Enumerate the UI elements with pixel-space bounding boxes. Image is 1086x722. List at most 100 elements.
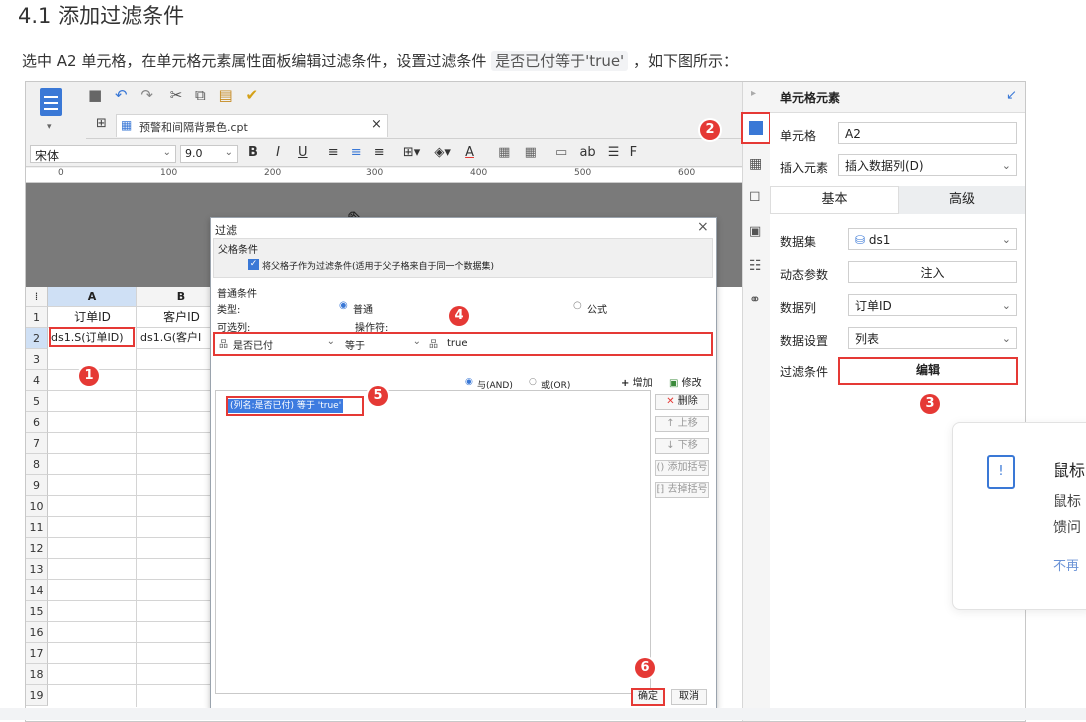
tab-basic[interactable]: 基本 bbox=[770, 186, 899, 214]
modify-condition-button[interactable]: ▣ 修改 bbox=[669, 374, 702, 389]
template-icon[interactable] bbox=[40, 88, 62, 116]
bracket-icon: ⁅⁆ bbox=[656, 484, 665, 495]
inject-button[interactable]: 注入 bbox=[848, 261, 1017, 283]
column-header-a[interactable]: A bbox=[48, 287, 137, 307]
paste-icon[interactable]: ▤ bbox=[219, 86, 233, 104]
row-header[interactable]: 1 bbox=[26, 307, 48, 328]
value-input[interactable]: true bbox=[447, 338, 468, 349]
side-icon-strip: ▸ ▦ ◻ ▣ ☷ ⚭ bbox=[741, 82, 771, 721]
font-family-select[interactable]: 宋体 ⌄ bbox=[30, 145, 176, 163]
tip-popup: ! 鼠标 鼠标 馈问 不再 bbox=[952, 422, 1086, 610]
bracket-icon: () bbox=[656, 462, 665, 473]
row-header[interactable]: 16 bbox=[26, 622, 48, 643]
cut-icon[interactable]: ✂ bbox=[170, 86, 183, 104]
close-tab-icon[interactable]: × bbox=[371, 117, 382, 132]
save-icon[interactable]: ■ bbox=[88, 86, 102, 104]
fill-color-icon[interactable]: ◈▾ bbox=[434, 145, 451, 160]
row-header[interactable]: 2 bbox=[26, 328, 48, 349]
collapse-icon[interactable]: ↙ bbox=[1006, 88, 1017, 103]
insert-element-select[interactable]: 插入数据列(D) ⌄ bbox=[838, 154, 1017, 176]
chevron-down-icon[interactable]: ▾ bbox=[47, 122, 52, 132]
caret-right-icon[interactable]: ▸ bbox=[751, 88, 756, 99]
dialog-close-icon[interactable]: × bbox=[697, 219, 709, 235]
filter-edit-button[interactable]: 编辑 bbox=[838, 357, 1018, 385]
font-size-select[interactable]: 9.0 ⌄ bbox=[180, 145, 238, 163]
intro-text: 选中 A2 单元格，在单元格元素属性面板编辑过滤条件，设置过滤条件 是否已付等于… bbox=[22, 50, 738, 71]
value-type-icon[interactable]: 品 bbox=[429, 337, 438, 350]
intro-code: 是否已付等于'true' bbox=[491, 51, 629, 71]
condition-list[interactable]: (列名:是否已付) 等于 'true' bbox=[215, 390, 651, 694]
bold-icon[interactable]: B bbox=[248, 145, 258, 160]
underline-icon[interactable]: U bbox=[298, 145, 308, 160]
data-setting-select[interactable]: 列表 ⌄ bbox=[848, 327, 1017, 349]
move-down-button[interactable]: ↓ 下移 bbox=[655, 438, 709, 454]
file-tab[interactable]: ▦ 预警和间隔背景色.cpt × bbox=[116, 114, 388, 137]
row-header[interactable]: 6 bbox=[26, 412, 48, 433]
undo-icon[interactable]: ↶ bbox=[115, 86, 128, 104]
cell-attr-icon[interactable]: ▦ bbox=[749, 156, 762, 172]
border-frame-icon[interactable]: ◻ bbox=[749, 188, 761, 204]
row-header[interactable]: 13 bbox=[26, 559, 48, 580]
ok-button[interactable]: 确定 bbox=[631, 688, 665, 706]
tab-advanced[interactable]: 高级 bbox=[899, 186, 1025, 214]
row-header[interactable]: 14 bbox=[26, 580, 48, 601]
widget-icon[interactable]: ▭ bbox=[555, 145, 567, 160]
intro-before: 选中 A2 单元格，在单元格元素属性面板编辑过滤条件，设置过滤条件 bbox=[22, 52, 487, 70]
text-icon[interactable]: ab bbox=[579, 145, 595, 160]
redo-icon[interactable]: ↷ bbox=[140, 86, 153, 104]
merge-cells-icon[interactable]: ▦ bbox=[498, 145, 510, 160]
add-condition-button[interactable]: + 增加 bbox=[621, 374, 653, 389]
row-header[interactable]: 8 bbox=[26, 454, 48, 475]
row-header[interactable]: 11 bbox=[26, 517, 48, 538]
align-left-icon[interactable]: ≡ bbox=[328, 145, 339, 160]
move-up-button[interactable]: ↑ 上移 bbox=[655, 416, 709, 432]
add-bracket-button[interactable]: () 添加括号 bbox=[655, 460, 709, 476]
column-select[interactable]: 品 是否已付 ⌄ bbox=[217, 336, 337, 352]
cell-a1[interactable]: 订单ID bbox=[48, 307, 137, 328]
row-header[interactable]: 17 bbox=[26, 643, 48, 664]
delete-button[interactable]: ✕ 删除 bbox=[655, 394, 709, 410]
remove-bracket-button[interactable]: ⁅⁆ 去掉括号 bbox=[655, 482, 709, 498]
row-header[interactable]: 5 bbox=[26, 391, 48, 412]
align-right-icon[interactable]: ≡ bbox=[374, 145, 385, 160]
row-header[interactable]: 18 bbox=[26, 664, 48, 685]
parent-checkbox[interactable]: ✓ bbox=[248, 259, 259, 270]
formula-icon[interactable]: F bbox=[630, 145, 637, 160]
dataset-select[interactable]: ⛁ ds1 ⌄ bbox=[848, 228, 1017, 250]
param-label: 动态参数 bbox=[780, 268, 829, 282]
widget-setting-icon[interactable]: ▣ bbox=[749, 224, 761, 239]
row-header[interactable]: 4 bbox=[26, 370, 48, 391]
copy-icon[interactable]: ⧉ bbox=[195, 86, 206, 104]
condition-attr-icon[interactable]: ☷ bbox=[749, 258, 762, 274]
cell-element-tab[interactable] bbox=[741, 112, 771, 144]
radio-normal[interactable]: ◉ bbox=[339, 300, 348, 311]
cell-name-input[interactable]: A2 bbox=[838, 122, 1017, 144]
row-header[interactable]: 7 bbox=[26, 433, 48, 454]
split-cells-icon[interactable]: ▦ bbox=[525, 145, 537, 160]
parent-condition-title: 父格条件 bbox=[218, 245, 258, 256]
radio-formula[interactable]: ○ bbox=[573, 300, 582, 311]
italic-icon[interactable]: I bbox=[276, 145, 280, 160]
align-center-icon[interactable]: ≡ bbox=[351, 145, 362, 160]
format-brush-icon[interactable]: ✔ bbox=[246, 86, 259, 104]
row-header[interactable]: 12 bbox=[26, 538, 48, 559]
radio-or[interactable]: ○ bbox=[529, 377, 537, 387]
row-header[interactable]: 3 bbox=[26, 349, 48, 370]
style-icon[interactable]: ☰ bbox=[608, 145, 620, 160]
row-header[interactable]: 19 bbox=[26, 685, 48, 706]
chevron-down-icon: ⌄ bbox=[224, 147, 233, 158]
row-header[interactable]: 10 bbox=[26, 496, 48, 517]
border-icon[interactable]: ⊞▾ bbox=[403, 145, 420, 160]
row-header[interactable]: 9 bbox=[26, 475, 48, 496]
font-color-icon[interactable]: A bbox=[465, 145, 474, 160]
property-panel: 单元格元素 ↙ 单元格 A2 插入元素 插入数据列(D) ⌄ 基本 高级 数据集… bbox=[770, 82, 1025, 721]
radio-formula-label: 公式 bbox=[587, 305, 607, 316]
operator-select[interactable]: 等于 ⌄ bbox=[343, 336, 423, 352]
cancel-button[interactable]: 取消 bbox=[671, 689, 707, 705]
chevron-down-icon: ⌄ bbox=[1001, 332, 1011, 345]
tip-dismiss-link[interactable]: 不再 bbox=[1053, 555, 1079, 574]
hyperlink-icon[interactable]: ⚭ bbox=[749, 292, 761, 308]
data-column-select[interactable]: 订单ID ⌄ bbox=[848, 294, 1017, 316]
radio-and[interactable]: ◉ bbox=[465, 377, 473, 387]
row-header[interactable]: 15 bbox=[26, 601, 48, 622]
